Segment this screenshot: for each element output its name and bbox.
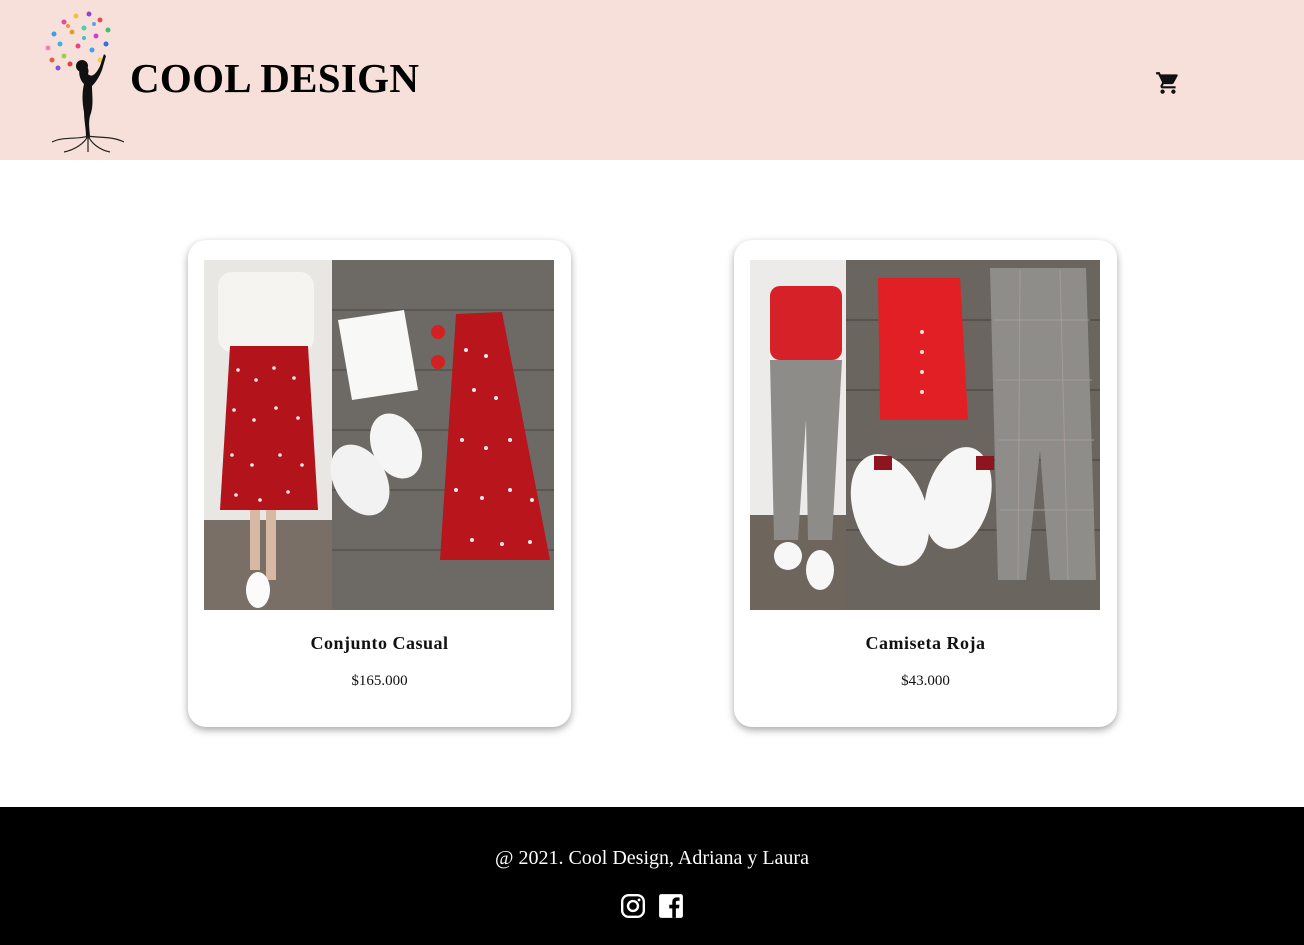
shopping-cart-icon[interactable] — [1155, 70, 1181, 96]
logo-icon[interactable] — [34, 4, 130, 154]
copyright-text: @ 2021. Cool Design, Adriana y Laura — [495, 847, 809, 869]
product-name: Conjunto Casual — [310, 633, 449, 653]
product-card[interactable]: Camiseta Roja $43.000 — [734, 240, 1117, 727]
product-card[interactable]: Conjunto Casual $165.000 — [188, 240, 571, 727]
facebook-icon[interactable] — [658, 893, 684, 919]
brand-title: COOL DESIGN — [130, 55, 420, 101]
social-links — [0, 893, 1304, 919]
instagram-icon[interactable] — [620, 893, 646, 919]
product-image[interactable] — [750, 260, 1100, 610]
product-grid: Conjunto Casual $165.000 Camiseta Roja $… — [0, 160, 1304, 807]
product-price: $165.000 — [351, 673, 408, 689]
product-price: $43.000 — [901, 673, 950, 689]
product-name: Camiseta Roja — [865, 633, 986, 653]
site-header: COOL DESIGN — [0, 0, 1304, 160]
product-image[interactable] — [204, 260, 554, 610]
site-footer: @ 2021. Cool Design, Adriana y Laura — [0, 807, 1304, 945]
